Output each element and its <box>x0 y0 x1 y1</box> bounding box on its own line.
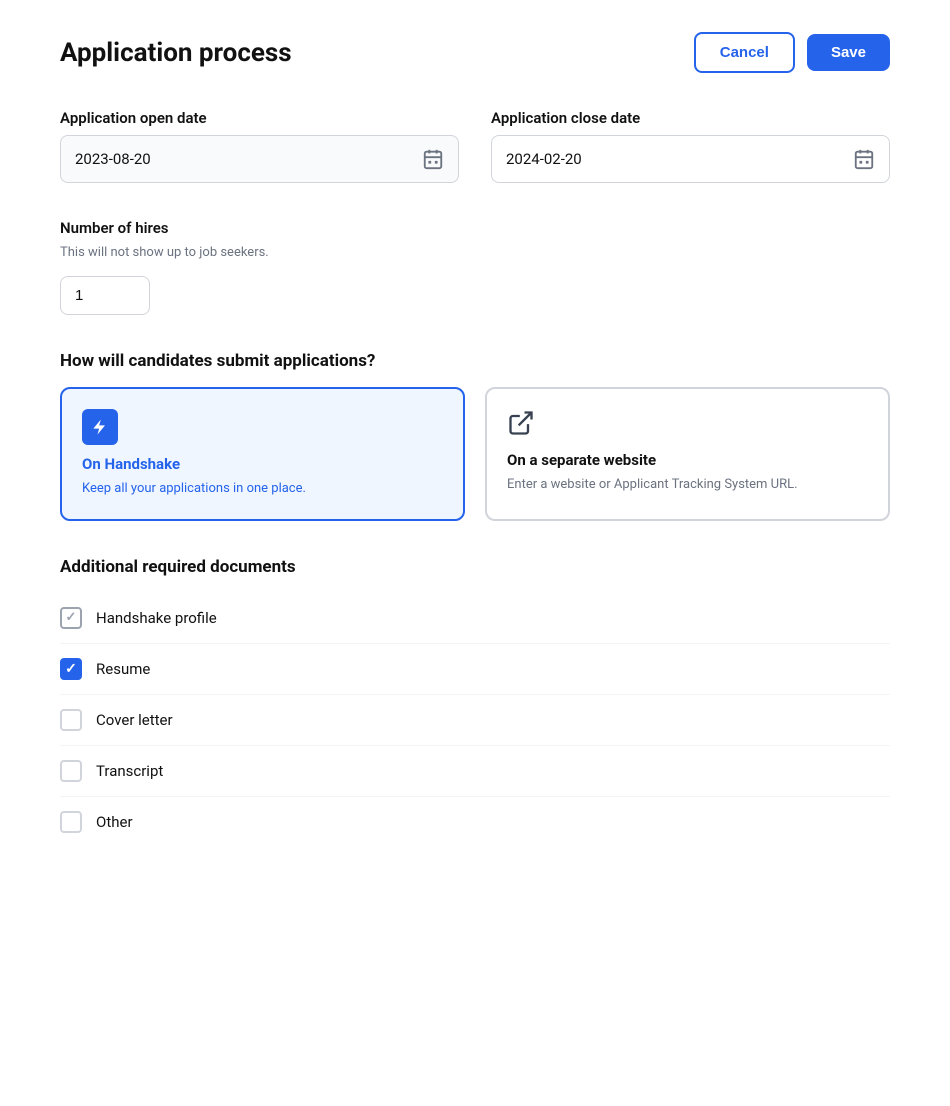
header-buttons: Cancel Save <box>694 32 890 73</box>
open-date-field: Application open date 2023-08-20 <box>60 109 459 183</box>
checkbox-label: Cover letter <box>96 711 173 729</box>
check-icon: ✓ <box>65 661 77 677</box>
hires-sublabel: This will not show up to job seekers. <box>60 245 890 260</box>
submission-options: On Handshake Keep all your applications … <box>60 387 890 521</box>
handshake-logo-icon <box>82 409 118 445</box>
checkbox-list: ✓ Handshake profile ✓ Resume Cover lette… <box>60 593 890 847</box>
cancel-button[interactable]: Cancel <box>694 32 795 73</box>
list-item[interactable]: Transcript <box>60 746 890 796</box>
checkbox-label: Other <box>96 813 133 831</box>
website-option[interactable]: On a separate website Enter a website or… <box>485 387 890 521</box>
open-date-calendar-icon <box>422 148 444 170</box>
save-button[interactable]: Save <box>807 34 890 71</box>
close-date-calendar-icon <box>853 148 875 170</box>
website-icon-wrapper <box>507 409 868 441</box>
cover-letter-checkbox[interactable] <box>60 709 82 731</box>
list-item[interactable]: Other <box>60 797 890 847</box>
handshake-option-desc: Keep all your applications in one place. <box>82 479 443 499</box>
website-option-desc: Enter a website or Applicant Tracking Sy… <box>507 475 868 495</box>
hires-input[interactable] <box>60 276 150 315</box>
hires-label: Number of hires <box>60 219 890 237</box>
handshake-option[interactable]: On Handshake Keep all your applications … <box>60 387 465 521</box>
documents-section: Additional required documents ✓ Handshak… <box>60 557 890 847</box>
page-header: Application process Cancel Save <box>60 32 890 73</box>
close-date-field: Application close date 2024-02-20 <box>491 109 890 183</box>
handshake-icon-wrapper <box>82 409 443 445</box>
open-date-input[interactable]: 2023-08-20 <box>60 135 459 183</box>
check-icon: ✓ <box>66 610 77 625</box>
page-title: Application process <box>60 38 292 68</box>
submission-title: How will candidates submit applications? <box>60 351 890 371</box>
dates-row: Application open date 2023-08-20 Applica… <box>60 109 890 183</box>
open-date-value: 2023-08-20 <box>75 150 151 168</box>
close-date-value: 2024-02-20 <box>506 150 582 168</box>
list-item[interactable]: ✓ Handshake profile <box>60 593 890 643</box>
handshake-option-title: On Handshake <box>82 455 443 473</box>
resume-checkbox[interactable]: ✓ <box>60 658 82 680</box>
open-date-label: Application open date <box>60 109 459 127</box>
transcript-checkbox[interactable] <box>60 760 82 782</box>
checkbox-label: Transcript <box>96 762 163 780</box>
close-date-input[interactable]: 2024-02-20 <box>491 135 890 183</box>
external-link-icon <box>507 409 535 437</box>
checkbox-label: Resume <box>96 660 150 678</box>
website-option-title: On a separate website <box>507 451 868 469</box>
hires-section: Number of hires This will not show up to… <box>60 219 890 315</box>
checkbox-label: Handshake profile <box>96 609 217 627</box>
submission-section: How will candidates submit applications?… <box>60 351 890 521</box>
list-item[interactable]: Cover letter <box>60 695 890 745</box>
handshake-profile-checkbox[interactable]: ✓ <box>60 607 82 629</box>
documents-title: Additional required documents <box>60 557 890 577</box>
close-date-label: Application close date <box>491 109 890 127</box>
list-item[interactable]: ✓ Resume <box>60 644 890 694</box>
other-checkbox[interactable] <box>60 811 82 833</box>
